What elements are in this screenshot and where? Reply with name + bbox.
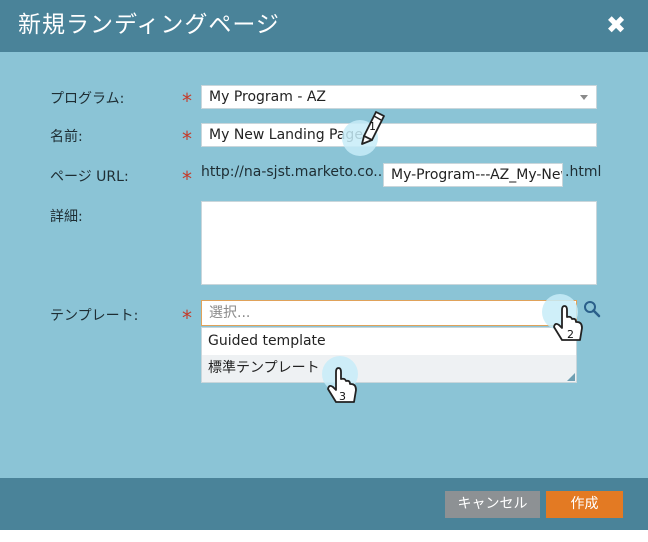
program-label: プログラム: — [50, 91, 125, 107]
description-textarea[interactable] — [201, 201, 597, 285]
template-label: テンプレート: — [50, 308, 139, 324]
close-icon[interactable]: ✖ — [604, 12, 628, 38]
program-required-mark: * — [182, 89, 192, 113]
template-option-guided[interactable]: Guided template — [202, 328, 576, 355]
resize-handle-icon[interactable] — [567, 373, 575, 381]
cancel-button[interactable]: キャンセル — [445, 491, 540, 518]
dialog-title: 新規ランディングページ — [18, 12, 280, 38]
program-select-value: My Program - AZ — [209, 89, 327, 105]
url-label: ページ URL: — [50, 169, 129, 185]
dialog-title-bar: 新規ランディングページ ✖ — [0, 0, 648, 52]
template-dropdown-list: Guided template 標準テンプレート — [201, 327, 577, 383]
template-required-mark: * — [182, 306, 192, 330]
name-label: 名前: — [50, 129, 83, 145]
name-required-mark: * — [182, 127, 192, 151]
template-option-standard[interactable]: 標準テンプレート — [202, 355, 576, 382]
url-slug-input[interactable]: My-Program---AZ_My-New — [383, 163, 563, 187]
description-label: 詳細: — [50, 209, 83, 225]
name-input[interactable]: My New Landing Page — [201, 123, 597, 147]
program-select[interactable]: My Program - AZ — [201, 85, 597, 109]
template-select[interactable]: 選択... — [201, 300, 577, 326]
url-required-mark: * — [182, 167, 192, 191]
new-landing-page-dialog: 新規ランディングページ ✖ プログラム: * My Program - AZ 名… — [0, 0, 648, 530]
url-suffix: .html — [565, 164, 602, 180]
search-icon[interactable] — [583, 300, 601, 318]
chevron-down-icon — [580, 95, 588, 100]
url-prefix: http://na-sjst.marketo.co... — [201, 164, 387, 180]
create-button[interactable]: 作成 — [546, 491, 623, 518]
